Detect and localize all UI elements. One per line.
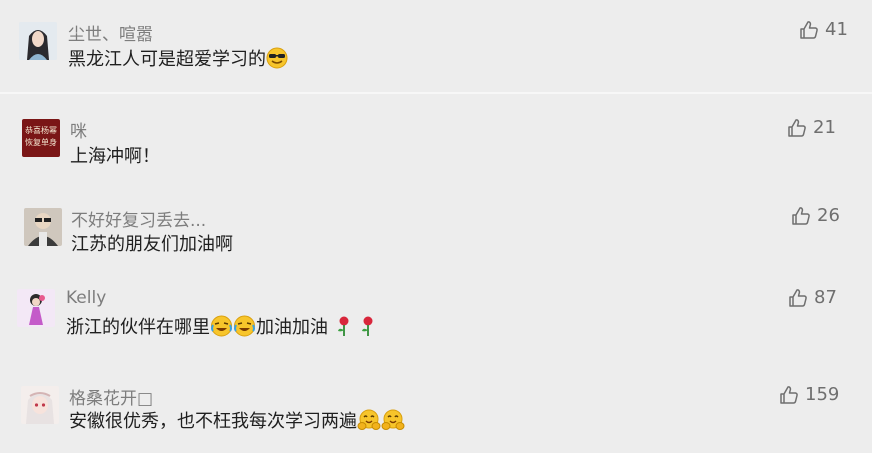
comment-text: 江苏的朋友们加油啊: [71, 234, 233, 255]
avatar[interactable]: [21, 386, 59, 424]
comment-item: 恭喜杨幂 恢复单身 咪 上海冲啊！ 21: [0, 94, 872, 184]
thumbs-up-icon: [799, 20, 819, 40]
comment-text-content: 加油加油: [256, 317, 328, 338]
thumbs-up-icon: [788, 288, 808, 308]
avatar-caption-line: 恭喜杨幂: [25, 126, 57, 135]
comment-text-content: 安徽很优秀，也不枉我每次学习两遍: [69, 411, 357, 432]
comment-text: 黑龙江人可是超爱学习的: [68, 47, 288, 76]
like-button[interactable]: 21: [787, 117, 836, 138]
like-count: 41: [825, 19, 848, 40]
rose-emoji: [334, 315, 354, 344]
like-button[interactable]: 41: [799, 19, 848, 40]
crying-laughing-emoji: [233, 315, 256, 344]
avatar[interactable]: 恭喜杨幂 恢复单身: [22, 119, 60, 157]
comment-nickname[interactable]: 格桑花开□: [69, 384, 153, 409]
avatar[interactable]: [24, 208, 62, 246]
thumbs-up-icon: [779, 385, 799, 405]
comment-nickname[interactable]: 尘世、喧嚣: [68, 20, 153, 45]
comment-item: Kelly 浙江的伙伴在哪里 加油加油 87: [0, 274, 872, 364]
comment-text-content: 浙江的伙伴在哪里: [66, 317, 210, 338]
thumbs-up-icon: [787, 118, 807, 138]
avatar[interactable]: [19, 22, 57, 60]
like-count: 87: [814, 287, 837, 308]
comment-nickname[interactable]: 不好好复习丢去...: [71, 206, 206, 231]
thumbs-up-icon: [791, 206, 811, 226]
hugging-emoji: [357, 409, 381, 438]
rose-emoji: [358, 315, 378, 344]
like-count: 159: [805, 384, 840, 405]
like-button[interactable]: 87: [788, 287, 837, 308]
avatar-caption-line: 恢复单身: [25, 138, 57, 147]
comment-text: 上海冲啊！: [70, 146, 160, 167]
comment-text-content: 黑龙江人可是超爱学习的: [68, 49, 266, 70]
comment-item: 尘世、喧嚣 黑龙江人可是超爱学习的 41: [0, 0, 872, 92]
avatar[interactable]: [17, 289, 55, 327]
like-button[interactable]: 26: [791, 205, 840, 226]
like-count: 21: [813, 117, 836, 138]
sunglasses-emoji: [266, 47, 288, 76]
comment-text: 安徽很优秀，也不枉我每次学习两遍: [69, 409, 405, 438]
comment-text: 浙江的伙伴在哪里 加油加油: [66, 315, 378, 344]
like-button[interactable]: 159: [779, 384, 839, 405]
hugging-emoji: [381, 409, 405, 438]
crying-laughing-emoji: [210, 315, 233, 344]
like-count: 26: [817, 205, 840, 226]
comment-nickname[interactable]: Kelly: [66, 288, 106, 308]
comment-nickname[interactable]: 咪: [70, 117, 87, 142]
comment-item: 格桑花开□ 安徽很优秀，也不枉我每次学习两遍 159: [0, 364, 872, 453]
comment-list: 尘世、喧嚣 黑龙江人可是超爱学习的 41 恭喜杨幂 恢复单身 咪 上海冲啊！ 2…: [0, 0, 872, 453]
comment-item: 不好好复习丢去... 江苏的朋友们加油啊 26: [0, 184, 872, 274]
